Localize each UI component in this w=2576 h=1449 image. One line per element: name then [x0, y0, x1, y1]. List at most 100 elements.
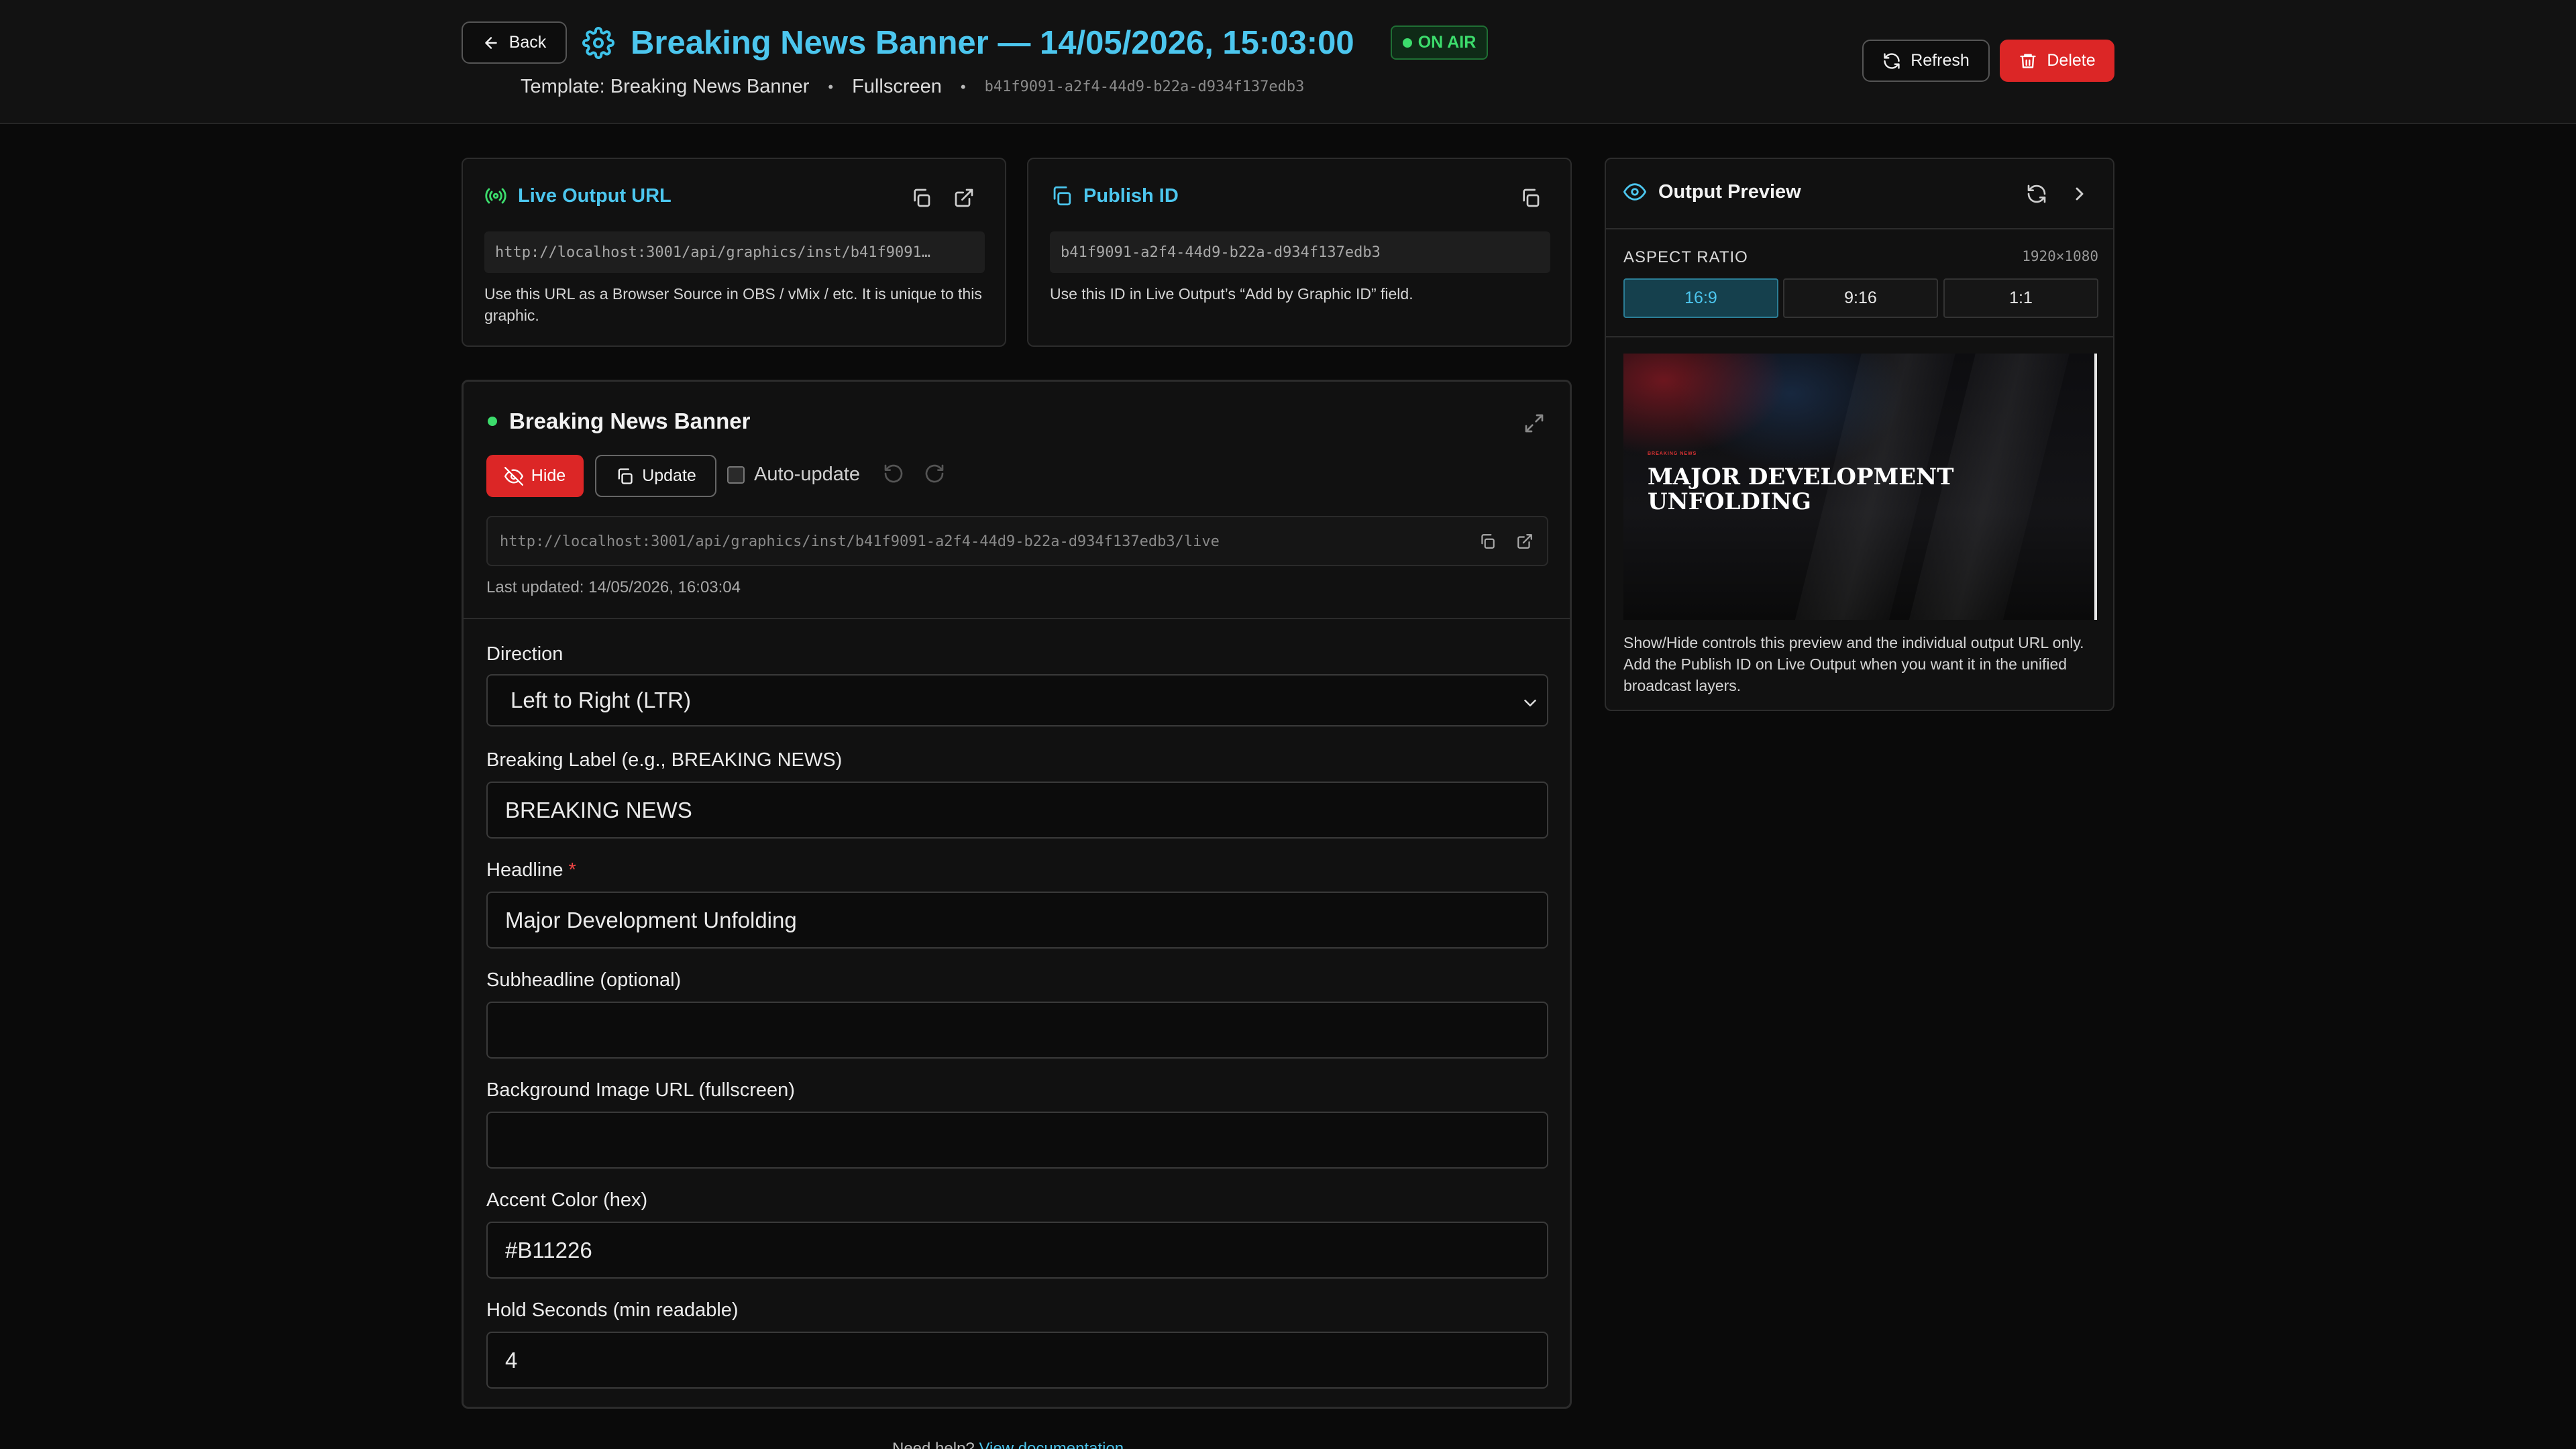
delete-label: Delete — [2047, 51, 2096, 70]
refresh-icon — [1884, 52, 1900, 69]
direction-label: Direction — [486, 643, 564, 665]
page-title: Breaking News Banner — 14/05/2026, 15:03… — [631, 25, 1354, 61]
top-header: Back Breaking News Banner — 14/05/2026, … — [0, 0, 2576, 124]
copy-icon — [1053, 186, 1071, 206]
ratio-1-1-button[interactable]: 1:1 — [1943, 278, 2098, 318]
output-preview-panel: Output Preview ASPECT RATIO 1920×1080 16… — [1605, 158, 2114, 711]
back-button[interactable]: Back — [462, 21, 567, 64]
auto-update-toggle[interactable]: Auto-update — [727, 464, 860, 486]
last-updated: Last updated: 14/05/2026, 16:03:04 — [486, 578, 741, 596]
live-output-title-text: Live Output URL — [518, 184, 672, 207]
preview-header: Output Preview — [1606, 159, 2113, 229]
ratio-9-16-button[interactable]: 9:16 — [1783, 278, 1938, 318]
copy-icon — [618, 468, 633, 484]
live-url-text: http://localhost:3001/api/graphics/inst/… — [500, 533, 1220, 550]
refresh-label: Refresh — [1911, 51, 1970, 70]
copy-icon — [914, 189, 930, 207]
graphic-meta: Template: Breaking News Banner • Fullscr… — [521, 76, 1304, 98]
hold-seconds-label: Hold Seconds (min readable) — [486, 1299, 739, 1321]
separator: • — [960, 78, 966, 95]
copy-url-button[interactable] — [908, 184, 934, 211]
broadcast-icon — [485, 188, 506, 204]
live-output-url-field[interactable]: http://localhost:3001/api/graphics/inst/… — [484, 231, 985, 273]
preview-title: Output Preview — [1623, 180, 1801, 203]
arrow-left-icon — [484, 36, 497, 49]
headline-input[interactable]: Major Development Unfolding — [486, 892, 1548, 949]
docs-link[interactable]: View documentation — [979, 1440, 1124, 1449]
ratio-16-9-button[interactable]: 16:9 — [1623, 278, 1778, 318]
direction-value: Left to Right (LTR) — [511, 688, 691, 712]
live-url-bar[interactable]: http://localhost:3001/api/graphics/inst/… — [486, 516, 1548, 566]
live-output-title: Live Output URL — [484, 184, 672, 207]
hold-seconds-input[interactable]: 4 — [486, 1332, 1548, 1389]
direction-select[interactable]: Left to Right (LTR) — [486, 674, 1548, 727]
copy-publish-id-button[interactable] — [1517, 184, 1544, 211]
display-mode: Fullscreen — [852, 76, 942, 97]
on-air-label: ON AIR — [1417, 33, 1477, 52]
required-marker: * — [568, 859, 576, 881]
collapse-preview-button[interactable] — [2066, 180, 2093, 207]
breaking-label-label: Breaking Label (e.g., BREAKING NEWS) — [486, 749, 843, 771]
status-dot-icon — [1402, 38, 1412, 48]
external-link-icon — [1517, 534, 1532, 549]
copy-icon — [1481, 534, 1495, 549]
headline-label: Headline * — [486, 859, 576, 881]
expand-button[interactable] — [1521, 410, 1548, 437]
open-live-url-button[interactable] — [1511, 528, 1538, 555]
auto-update-checkbox[interactable] — [727, 466, 745, 484]
eye-icon — [1623, 183, 1646, 201]
canvas-headline: Major Development Unfolding — [1648, 464, 1954, 515]
chevron-right-icon — [2076, 187, 2084, 201]
refresh-icon — [2027, 184, 2046, 203]
chevron-down-icon — [1524, 700, 1536, 706]
copy-live-url-button[interactable] — [1474, 528, 1501, 555]
aspect-ratio-label: ASPECT RATIO — [1623, 248, 1748, 266]
preview-refresh-button[interactable] — [2023, 180, 2050, 207]
publish-id-card: Publish ID b41f9091-a2f4-44d9-b22a-d934f… — [1027, 158, 1572, 347]
back-label: Back — [508, 33, 547, 52]
preview-canvas: BREAKING NEWS Major Development Unfoldin… — [1623, 354, 2097, 620]
separator: • — [828, 78, 834, 95]
footer-help: Need help? View documentation — [892, 1440, 1124, 1449]
headline-label-text: Headline — [486, 859, 564, 881]
publish-id-title-text: Publish ID — [1083, 184, 1179, 207]
publish-id-field[interactable]: b41f9091-a2f4-44d9-b22a-d934f137edb3 — [1050, 231, 1550, 273]
accent-color-input[interactable]: #B11226 — [486, 1222, 1548, 1279]
open-url-button[interactable] — [951, 184, 977, 211]
graphic-id: b41f9091-a2f4-44d9-b22a-d934f137edb3 — [984, 78, 1305, 95]
preview-title-text: Output Preview — [1658, 180, 1801, 203]
auto-update-label: Auto-update — [754, 464, 861, 485]
live-output-card: Live Output URL http://localhost:3001/ap… — [462, 158, 1006, 347]
canvas-breaking-label: BREAKING NEWS — [1648, 451, 1697, 456]
publish-id-help: Use this ID in Live Output’s “Add by Gra… — [1050, 285, 1413, 303]
gear-icon — [582, 27, 614, 59]
publish-id-title: Publish ID — [1050, 184, 1179, 207]
subheadline-label: Subheadline (optional) — [486, 969, 682, 991]
undo-button[interactable] — [883, 463, 907, 487]
breaking-label-input[interactable]: BREAKING NEWS — [486, 782, 1548, 839]
subheadline-input[interactable] — [486, 1002, 1548, 1059]
footer-help-text: Need help? — [892, 1440, 979, 1449]
live-status-dot-icon — [488, 417, 497, 426]
refresh-button[interactable]: Refresh — [1862, 40, 1990, 82]
background-url-input[interactable] — [486, 1112, 1548, 1169]
eye-off-icon — [504, 466, 523, 486]
hide-label: Hide — [531, 466, 566, 485]
editor-title-text: Breaking News Banner — [509, 409, 751, 433]
divider — [464, 618, 1570, 619]
live-output-help: Use this URL as a Browser Source in OBS … — [484, 285, 982, 324]
hide-button[interactable]: Hide — [486, 455, 584, 497]
redo-button[interactable] — [924, 463, 948, 487]
copy-icon — [1523, 189, 1540, 207]
editor-title: Breaking News Banner — [488, 409, 750, 434]
undo-icon — [884, 464, 903, 483]
accent-color-label: Accent Color (hex) — [486, 1189, 648, 1211]
divider — [1606, 336, 2113, 337]
update-label: Update — [642, 466, 696, 485]
update-button[interactable]: Update — [595, 455, 716, 497]
on-air-badge: ON AIR — [1391, 25, 1488, 60]
redo-icon — [925, 464, 944, 483]
background-url-label: Background Image URL (fullscreen) — [486, 1079, 795, 1101]
delete-button[interactable]: Delete — [2000, 40, 2114, 82]
template-name: Template: Breaking News Banner — [521, 76, 810, 97]
